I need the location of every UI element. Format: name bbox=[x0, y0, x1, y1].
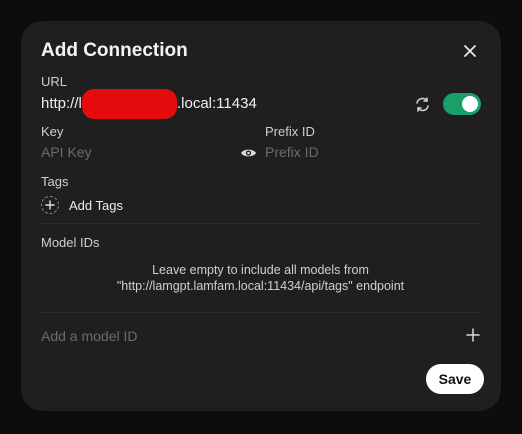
dialog-title: Add Connection bbox=[41, 40, 188, 61]
hint-line-2: "http://lamgpt.lamfam.local:11434/api/ta… bbox=[116, 279, 405, 293]
enable-connection-toggle[interactable] bbox=[443, 93, 481, 115]
model-id-input[interactable]: Add a model ID bbox=[41, 328, 138, 344]
url-label: URL bbox=[41, 74, 68, 89]
divider bbox=[41, 223, 480, 224]
toggle-knob bbox=[462, 96, 478, 112]
url-value-suffix[interactable]: .local:11434 bbox=[177, 95, 257, 112]
add-tags-button[interactable]: Add Tags bbox=[41, 195, 123, 215]
plus-icon[interactable] bbox=[466, 328, 480, 342]
close-icon[interactable] bbox=[461, 42, 479, 60]
model-ids-label: Model IDs bbox=[41, 235, 100, 250]
save-button[interactable]: Save bbox=[426, 364, 484, 394]
refresh-icon[interactable] bbox=[414, 96, 431, 113]
url-value-prefix[interactable]: http://l bbox=[41, 95, 82, 112]
add-connection-dialog: Add Connection URL http://l .local:11434… bbox=[21, 21, 501, 411]
hint-line-1: Leave empty to include all models from bbox=[152, 263, 369, 277]
eye-icon[interactable] bbox=[240, 146, 257, 160]
model-ids-hint: Leave empty to include all models from "… bbox=[41, 262, 480, 294]
add-tags-label: Add Tags bbox=[69, 197, 123, 213]
add-circle-icon bbox=[41, 196, 59, 214]
redaction-mark bbox=[82, 89, 177, 119]
prefix-id-label: Prefix ID bbox=[265, 124, 315, 139]
divider bbox=[41, 312, 480, 313]
tags-label: Tags bbox=[41, 174, 69, 189]
key-label: Key bbox=[41, 124, 64, 139]
api-key-input[interactable]: API Key bbox=[41, 144, 92, 160]
prefix-id-input[interactable]: Prefix ID bbox=[265, 144, 319, 160]
